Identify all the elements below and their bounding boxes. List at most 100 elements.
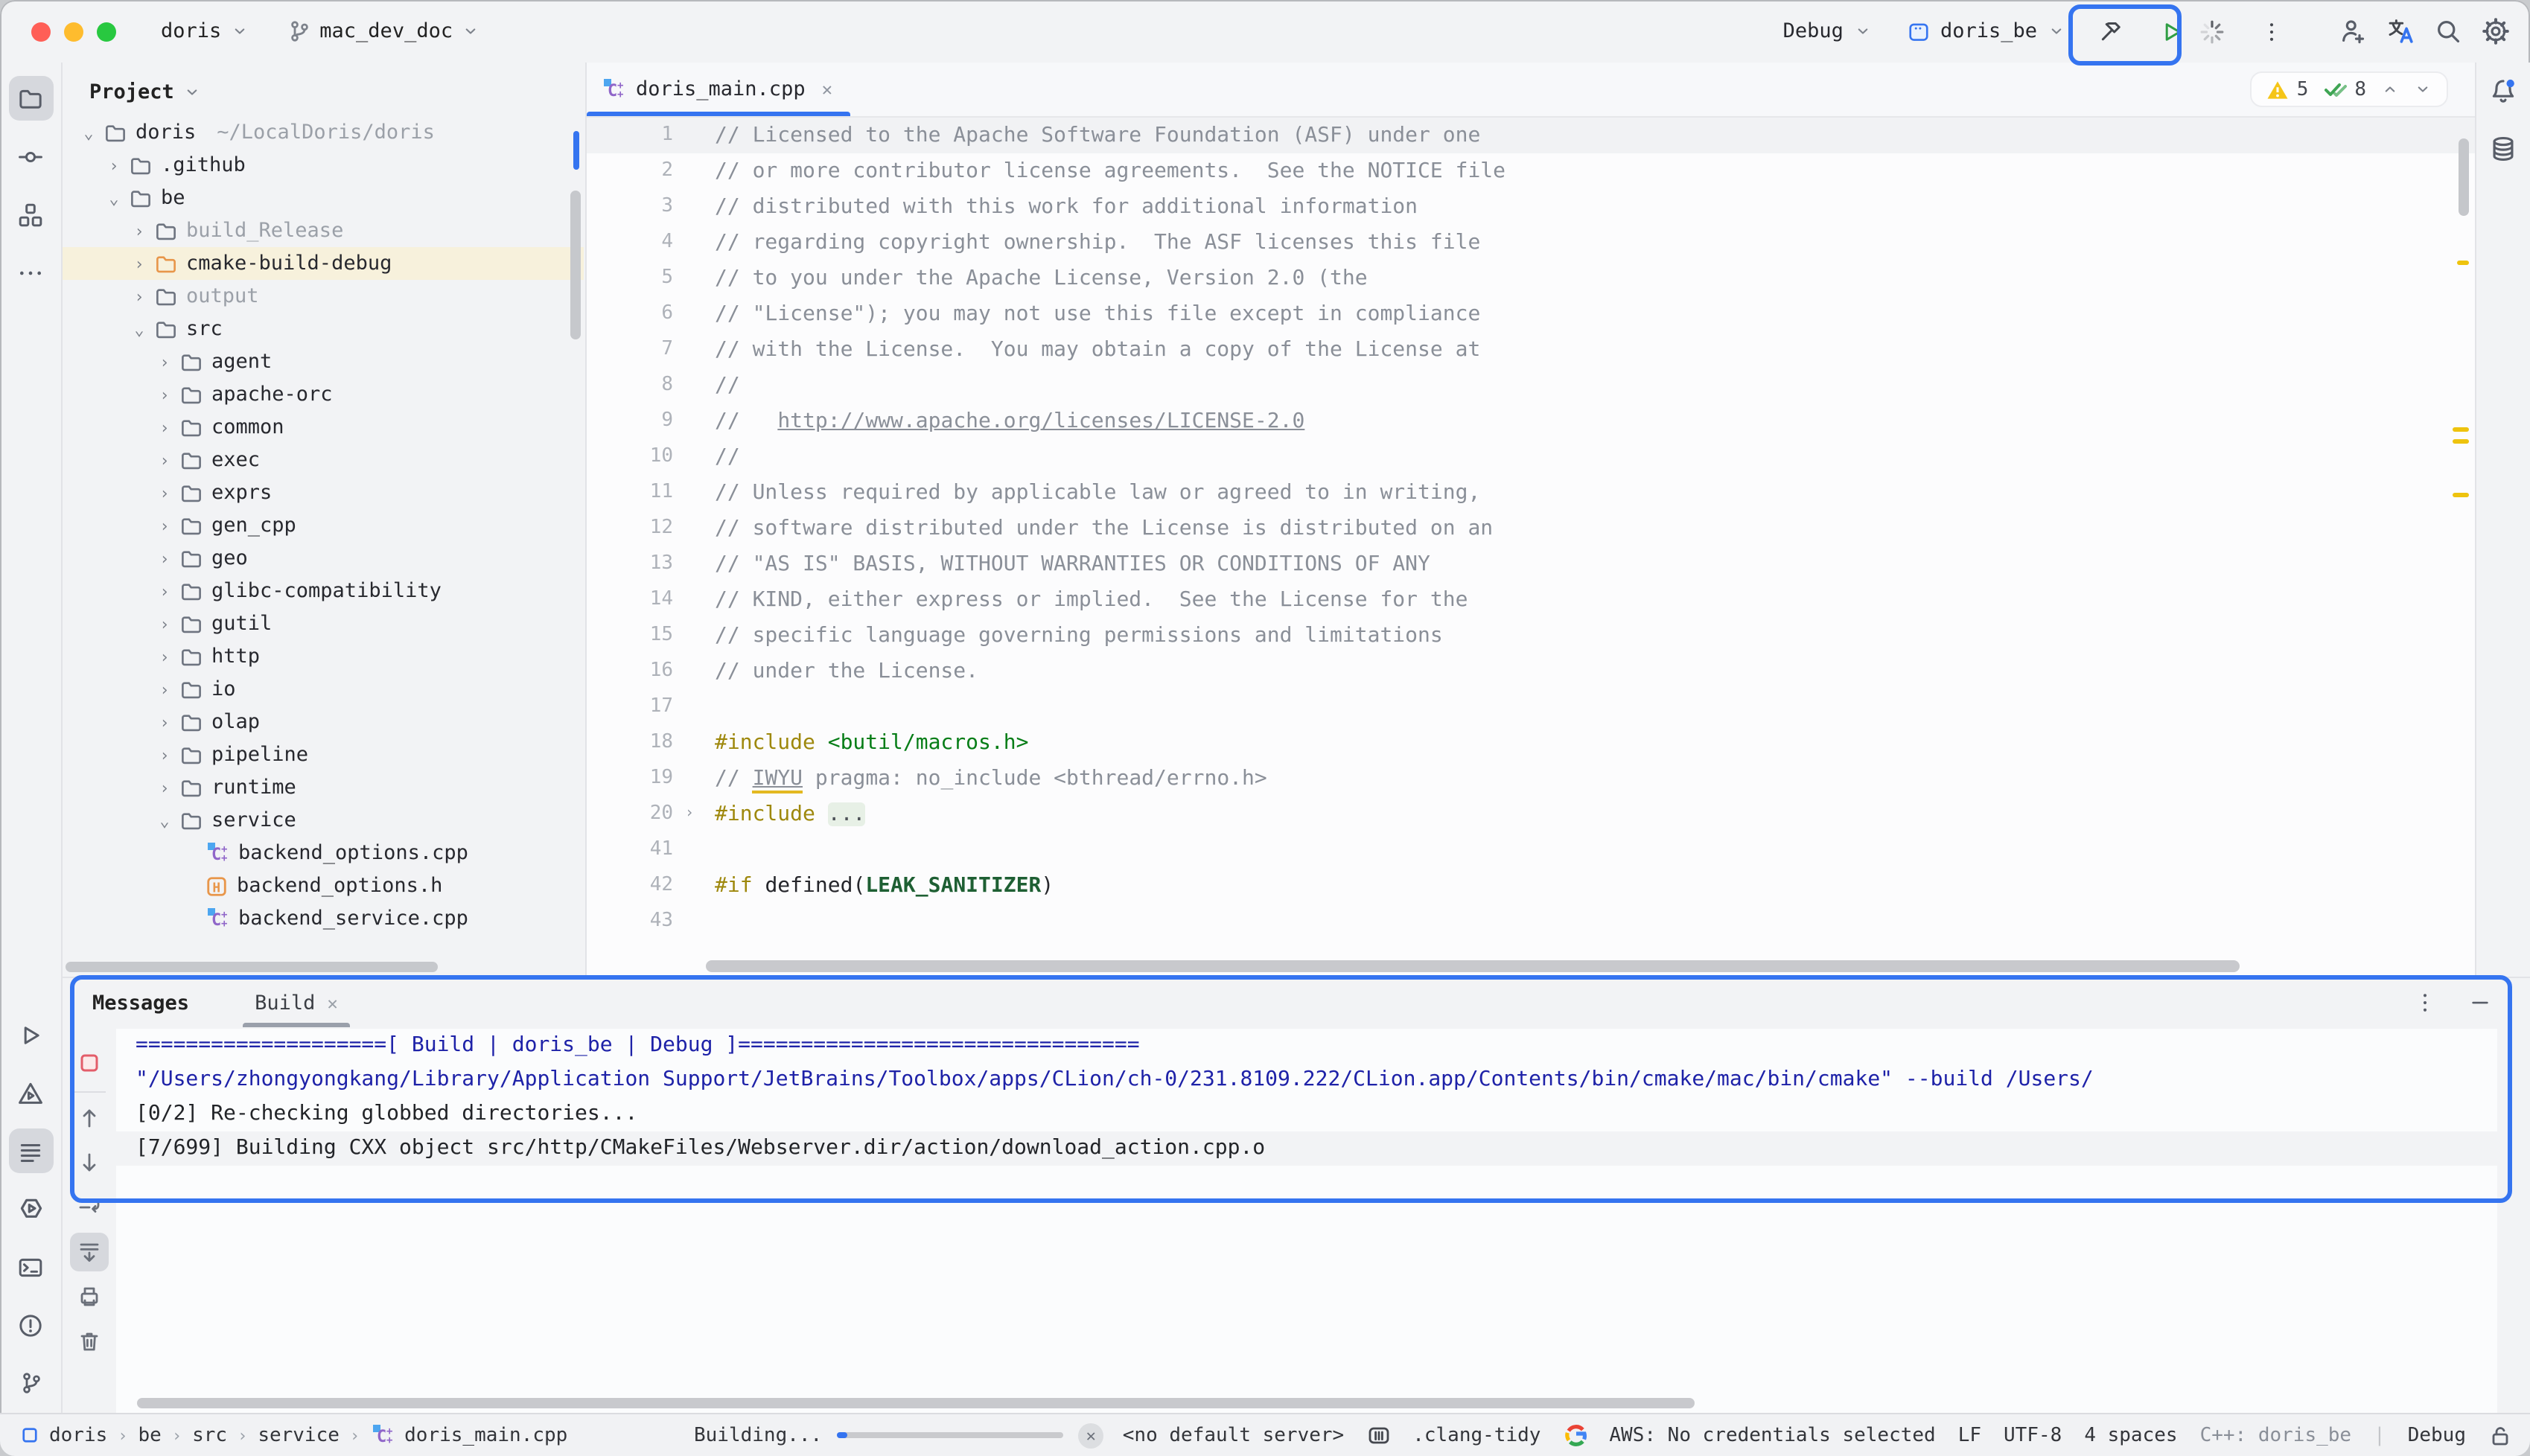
tree-item-exec[interactable]: ›exec [63,444,584,476]
terminal-tool-button[interactable] [8,1245,53,1289]
commit-tool-button[interactable] [8,134,53,179]
docker-icon[interactable] [1366,1423,1390,1447]
chevron-collapsed-icon[interactable]: › [153,581,176,601]
build-type-selector[interactable]: Debug [1783,19,1872,43]
next-message-button[interactable] [70,1143,109,1182]
tree-item-glibc-compatibility[interactable]: ›glibc-compatibility [63,575,584,607]
tree-item-geo[interactable]: ›geo [63,542,584,575]
chevron-collapsed-icon[interactable]: › [153,647,176,666]
next-issue-icon[interactable] [2414,80,2432,98]
console-horizontal-scrollbar[interactable] [137,1398,1695,1408]
chevron-expanded-icon[interactable]: ⌄ [128,319,150,339]
fold-marker-icon[interactable]: › [685,796,694,832]
chevron-collapsed-icon[interactable]: › [153,450,176,470]
warning-stripe-mark[interactable] [2453,493,2469,497]
tree-item-runtime[interactable]: ›runtime [63,771,584,804]
structure-tool-button[interactable] [8,192,53,237]
tool-window-options-icon[interactable] [2414,992,2436,1014]
indent-status[interactable]: 4 spaces [2084,1424,2177,1446]
problems-tool-button[interactable] [8,1303,53,1347]
build-spinner-icon[interactable] [2199,19,2225,44]
tree-item-apache-orc[interactable]: ›apache-orc [63,378,584,411]
services-tool-button[interactable] [8,1187,53,1231]
cancel-build-button[interactable]: ✕ [1078,1423,1103,1448]
encoding-status[interactable]: UTF-8 [2004,1424,2062,1446]
messages-tool-button[interactable] [8,1128,53,1173]
chevron-collapsed-icon[interactable]: › [153,778,176,797]
close-tab-icon[interactable]: ✕ [822,79,832,100]
tree-vertical-scrollbar[interactable] [570,191,581,339]
chevron-expanded-icon[interactable]: ⌄ [103,188,125,208]
prev-issue-icon[interactable] [2381,80,2399,98]
chevron-collapsed-icon[interactable]: › [153,745,176,764]
tree-item-gen-cpp[interactable]: ›gen_cpp [63,509,584,542]
clang-tidy-status[interactable]: .clang-tidy [1412,1424,1540,1446]
breadcrumb-item-doris[interactable]: doris [49,1424,107,1446]
chevron-collapsed-icon[interactable]: › [153,352,176,371]
chevron-collapsed-icon[interactable]: › [128,221,150,240]
chevron-expanded-icon[interactable]: ⌄ [77,123,100,142]
code-editor[interactable]: 1// Licensed to the Apache Software Foun… [587,118,2475,977]
tree-item-pipeline[interactable]: ›pipeline [63,738,584,771]
breadcrumb-item-doris-main-cpp[interactable]: doris_main.cpp [404,1424,567,1446]
warning-stripe-mark[interactable] [2457,261,2469,265]
clear-all-button[interactable] [70,1322,109,1361]
tree-item-doris[interactable]: ⌄doris~/LocalDoris/doris [63,116,584,149]
project-selector[interactable]: doris [161,19,248,43]
breadcrumb-item-be[interactable]: be [138,1424,162,1446]
chevron-collapsed-icon[interactable]: › [128,287,150,306]
inspections-widget[interactable]: 5 8 [2251,71,2448,107]
tree-item-exprs[interactable]: ›exprs [63,476,584,509]
tree-item-backend-options-h[interactable]: Hbackend_options.h [63,869,584,902]
build-console[interactable]: ====================[ Build | doris_be |… [116,1029,2497,1414]
build-tab[interactable]: Build ✕ [255,978,338,1027]
google-icon[interactable] [1563,1423,1587,1447]
run-tool-button[interactable] [8,1012,53,1057]
breadcrumb-item-src[interactable]: src [192,1424,227,1446]
debug-mode-status[interactable]: Debug [2408,1424,2466,1446]
database-tool-button[interactable] [2481,127,2526,171]
print-button[interactable] [70,1277,109,1316]
chevron-collapsed-icon[interactable]: › [153,385,176,404]
tree-item-backend-options-cpp[interactable]: C++backend_options.cpp [63,837,584,869]
run-button-icon[interactable] [2159,19,2185,44]
tree-item-src[interactable]: ⌄src [63,313,584,345]
tree-item--github[interactable]: ›.github [63,149,584,182]
editor-vertical-scrollbar[interactable] [2459,138,2469,216]
tree-item-cmake-build-debug[interactable]: ›cmake-build-debug [63,247,584,280]
git-tool-button[interactable] [8,1361,53,1405]
chevron-collapsed-icon[interactable]: › [153,483,176,502]
branch-selector[interactable]: mac_dev_doc [287,19,479,43]
tree-item-gutil[interactable]: ›gutil [63,607,584,640]
project-tool-button[interactable] [8,76,53,121]
tree-horizontal-scrollbar[interactable] [66,962,438,972]
tab-doris-main-cpp[interactable]: C++ doris_main.cpp ✕ [587,63,850,116]
chevron-collapsed-icon[interactable]: › [153,680,176,699]
hide-tool-window-icon[interactable] [2469,992,2491,1014]
chevron-collapsed-icon[interactable]: › [153,418,176,437]
maximize-window-button[interactable] [97,22,116,41]
more-actions-icon[interactable] [2260,20,2283,42]
close-window-button[interactable] [31,22,51,41]
chevron-collapsed-icon[interactable]: › [153,712,176,732]
tree-item-io[interactable]: ›io [63,673,584,706]
search-everywhere-icon[interactable] [2435,18,2462,45]
build-hammer-icon[interactable] [2098,19,2123,44]
chevron-collapsed-icon[interactable]: › [103,156,125,175]
chevron-collapsed-icon[interactable]: › [153,614,176,633]
profiler-tool-button[interactable] [8,1070,53,1115]
run-configuration-selector[interactable]: doris_be [1908,19,2065,43]
notifications-button[interactable] [2481,68,2526,113]
chevron-collapsed-icon[interactable]: › [128,254,150,273]
settings-gear-icon[interactable] [2482,18,2509,45]
code-with-me-icon[interactable] [2339,18,2366,45]
line-ending-status[interactable]: LF [1958,1424,1981,1446]
editor-horizontal-scrollbar[interactable] [706,960,2240,972]
chevron-collapsed-icon[interactable]: › [153,549,176,568]
project-panel-header[interactable]: Project [63,63,584,116]
unlocked-padlock-icon[interactable] [2488,1423,2512,1447]
translate-icon[interactable] [2387,18,2414,45]
tree-item-http[interactable]: ›http [63,640,584,673]
tree-item-common[interactable]: ›common [63,411,584,444]
scroll-to-end-button[interactable] [70,1233,109,1271]
